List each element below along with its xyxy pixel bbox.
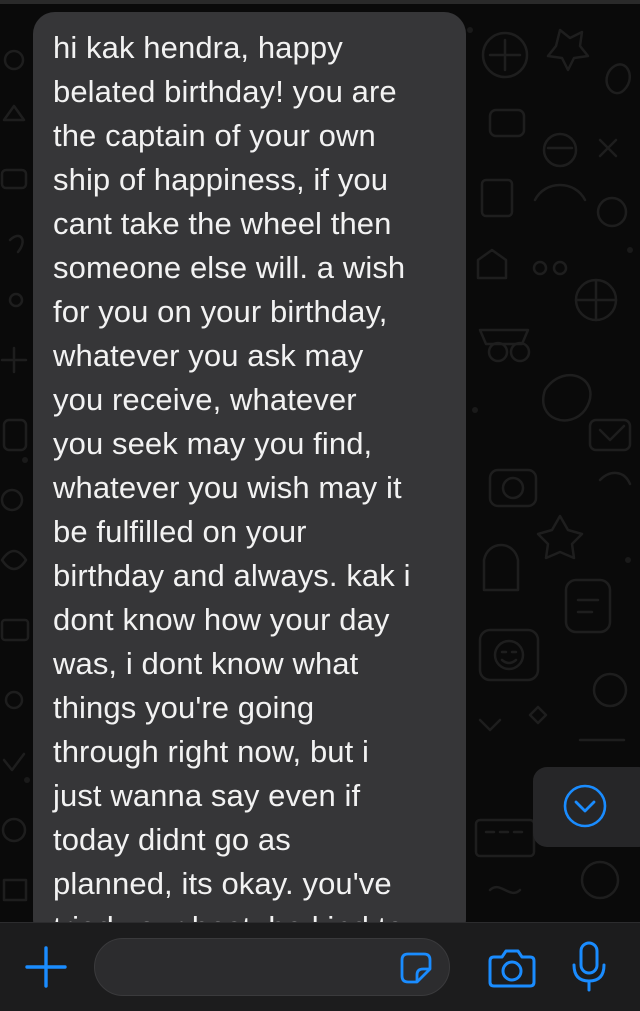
microphone-icon[interactable] — [570, 941, 608, 993]
chevron-down-circle-icon — [563, 784, 607, 828]
plus-icon[interactable] — [24, 945, 68, 989]
message-composer — [0, 922, 640, 1011]
scroll-to-bottom-button[interactable] — [533, 767, 640, 847]
message-text: hi kak hendra, happy belated birthday! y… — [53, 30, 411, 942]
received-message-bubble[interactable]: hi kak hendra, happy belated birthday! y… — [33, 12, 466, 942]
camera-icon[interactable] — [488, 947, 536, 989]
sticker-icon[interactable] — [399, 951, 433, 985]
top-edge — [0, 0, 640, 4]
message-input[interactable] — [94, 938, 450, 996]
